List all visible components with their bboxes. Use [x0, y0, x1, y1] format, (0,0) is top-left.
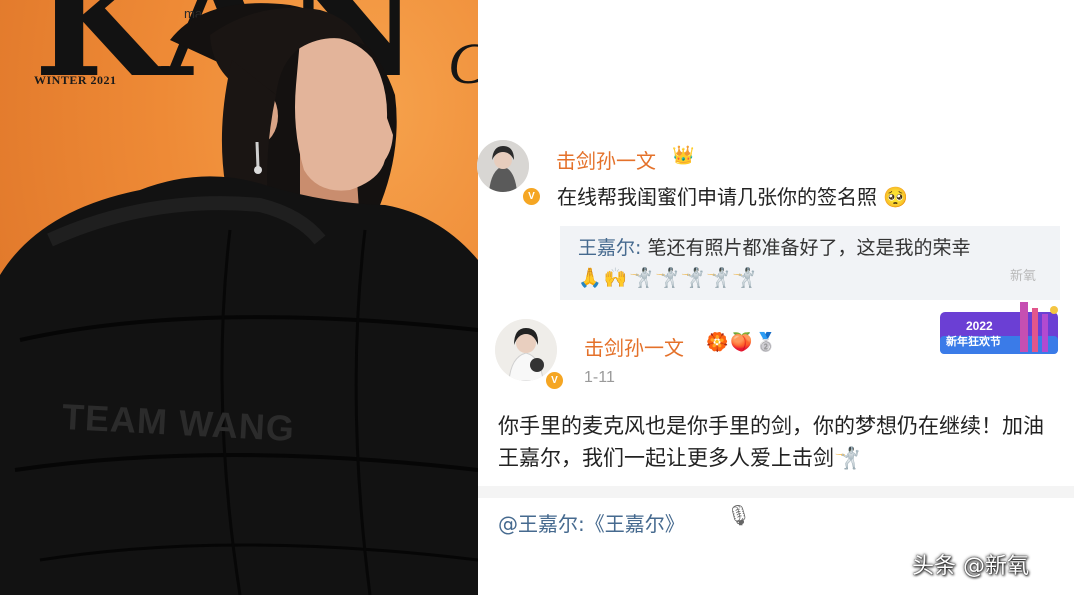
reply-emojis: 🙏🙌🤺🤺🤺🤺🤺: [578, 267, 758, 289]
comment-body: 在线帮我闺蜜们申请几张你的签名照: [557, 185, 877, 209]
comment-username[interactable]: 击剑孙一文: [584, 332, 684, 361]
banner-label: 新年狂欢节: [946, 335, 1001, 348]
pleading-face-icon: 🥺: [883, 185, 909, 209]
verified-badge-icon: V: [521, 186, 542, 207]
new-year-banner[interactable]: [936, 300, 1066, 360]
reply-text: 王嘉尔: 笔还有照片都准备好了，这是我的荣幸: [578, 233, 970, 260]
crown-icon: 👑: [672, 145, 695, 166]
user-badges: 🏵️🍑🥈: [706, 332, 780, 353]
comment-text: 在线帮我闺蜜们申请几张你的签名照 🥺: [557, 181, 908, 210]
reply-body: 笔还有照片都准备好了，这是我的荣幸: [641, 237, 971, 259]
xinyang-watermark: 新氧: [1010, 269, 1037, 284]
comment-date: 1-11: [584, 369, 615, 386]
microphone-icon: 🎙: [726, 503, 752, 527]
avatar[interactable]: [477, 140, 529, 192]
cover-portrait: [0, 3, 478, 595]
comment-text: 你手里的麦克风也是你手里的剑，你的梦想仍在继续！加油王嘉尔，我们一起让更多人爱上…: [498, 414, 1044, 470]
comment-username[interactable]: 击剑孙一文: [556, 145, 656, 174]
banner-year: 2022: [966, 319, 993, 333]
toutiao-watermark: 头条 @新氧: [912, 554, 1029, 579]
magazine-cover: KAN ma C WINTER 2021 TEAM WANG: [0, 0, 478, 595]
reply-author[interactable]: 王嘉尔:: [578, 237, 641, 259]
mention-link[interactable]: @王嘉尔:《王嘉尔》: [498, 508, 685, 537]
verified-badge-icon: V: [544, 370, 565, 391]
divider: [478, 486, 1074, 498]
user-avatar-icon: [477, 140, 529, 192]
